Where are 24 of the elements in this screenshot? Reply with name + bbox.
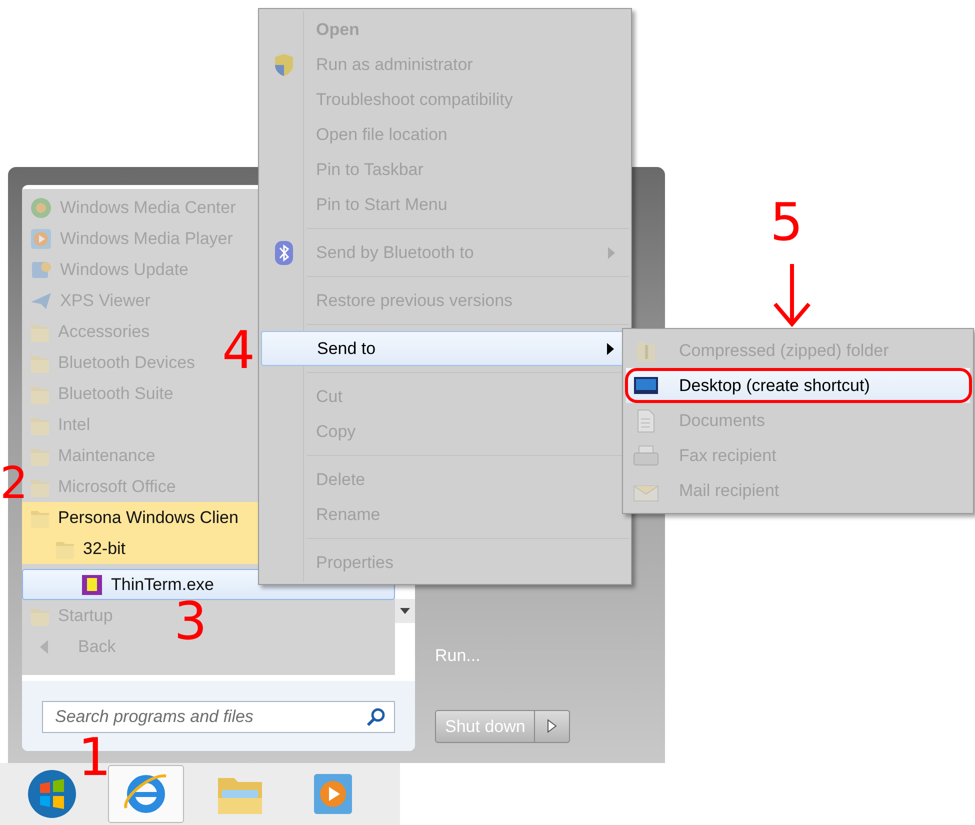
back-arrow-icon: [38, 638, 50, 654]
browser-button[interactable]: [108, 765, 184, 823]
shut-down-button[interactable]: Shut down: [435, 710, 536, 743]
media-player-icon: [30, 228, 52, 250]
scroll-down-button[interactable]: [395, 599, 415, 623]
printer-icon: [633, 444, 659, 466]
shield-icon: [272, 52, 294, 76]
caret-icon: [547, 719, 558, 734]
windows-logo-icon: [26, 768, 78, 820]
step-number: 4: [222, 325, 256, 377]
step-number: 5: [770, 197, 804, 249]
caret-icon: [400, 608, 410, 614]
step-number: 1: [78, 732, 112, 784]
media-center-icon: [30, 196, 52, 218]
program-item[interactable]: 32-bit: [22, 533, 258, 564]
search-field[interactable]: Search programs and files: [42, 701, 395, 733]
monitor-icon: [633, 376, 659, 396]
bluetooth-icon: [274, 240, 294, 266]
program-item[interactable]: Persona Windows Clien: [22, 502, 258, 533]
document-icon: [637, 408, 655, 432]
search-icon: [366, 707, 386, 727]
shut-down-options-button[interactable]: [535, 710, 570, 743]
app-icon: [81, 574, 103, 596]
run-menu-item[interactable]: Run...: [435, 642, 655, 668]
